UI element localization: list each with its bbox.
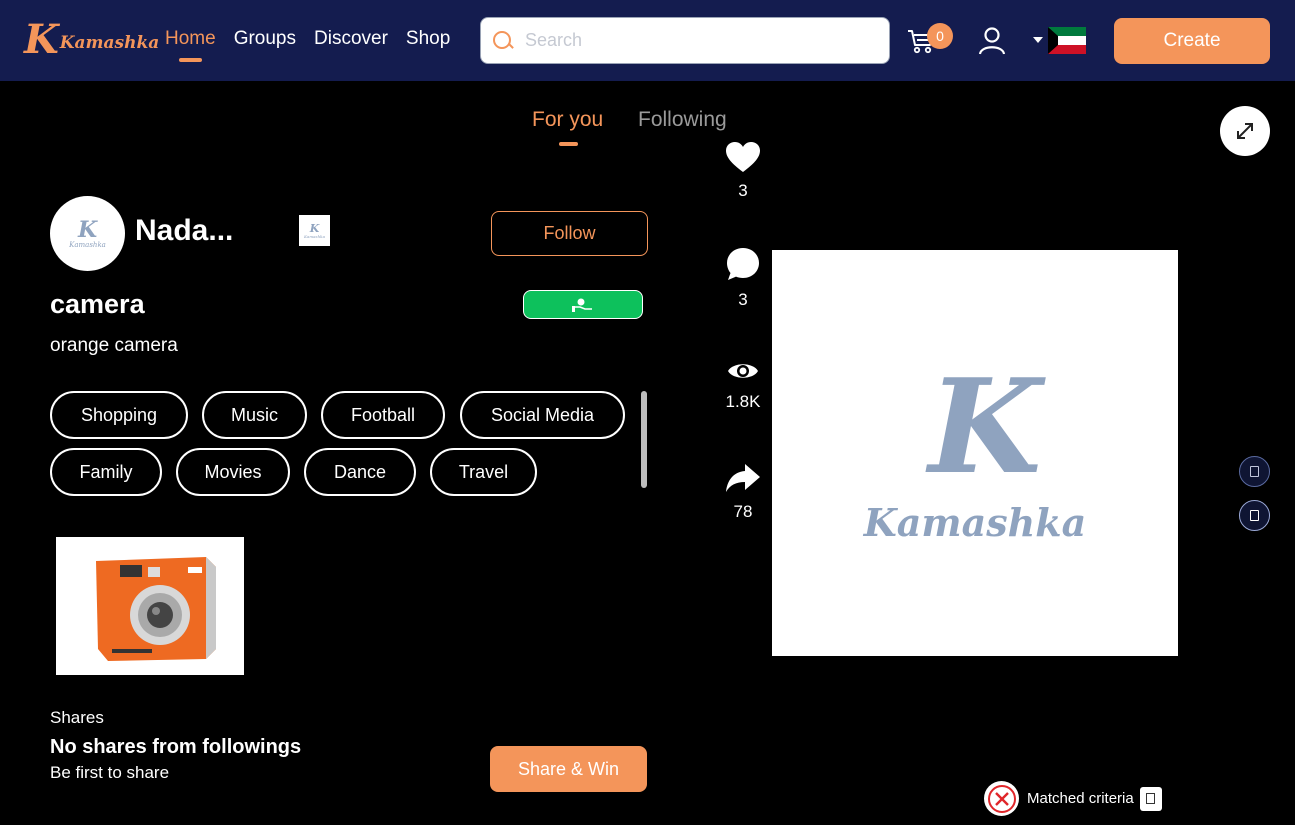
share-and-win-button[interactable]: Share & Win	[490, 746, 647, 792]
nav-discover[interactable]: Discover	[314, 28, 388, 50]
share-action[interactable]: 78	[723, 462, 763, 522]
reward-badge[interactable]	[523, 290, 643, 319]
tag-music[interactable]: Music	[202, 391, 307, 439]
tag-movies[interactable]: Movies	[176, 448, 290, 496]
logo-mark: K	[24, 16, 59, 63]
comment-action[interactable]: 3	[723, 246, 763, 310]
eye-icon	[728, 364, 758, 378]
tab-following[interactable]: Following	[638, 108, 727, 132]
post-description: orange camera	[50, 335, 178, 356]
tag-travel[interactable]: Travel	[430, 448, 537, 496]
media-logo-text: Kamashka	[863, 499, 1087, 545]
money-hand-icon	[572, 298, 592, 312]
views-indicator: 1.8K	[723, 358, 763, 412]
shares-heading: Shares	[50, 708, 104, 727]
nav-home[interactable]: Home	[165, 28, 216, 62]
user-name[interactable]: Nada...	[135, 214, 233, 248]
avatar-logo-text: Kamashka	[69, 240, 106, 249]
matched-criteria-label: Matched criteria	[1027, 790, 1134, 807]
user-avatar[interactable]: K Kamashka	[50, 196, 125, 271]
media-logo-mark: K	[928, 349, 1042, 503]
slide-dot-1[interactable]	[1239, 456, 1270, 487]
search-input[interactable]	[525, 30, 865, 51]
search-icon	[493, 30, 513, 51]
matched-criteria[interactable]: Matched criteria	[984, 781, 1162, 816]
badge-logo-text: Kamashka	[304, 233, 325, 239]
be-first-message: Be first to share	[50, 763, 170, 782]
search-bar[interactable]	[480, 17, 890, 64]
heart-icon	[726, 142, 760, 172]
share-arrow-icon	[726, 464, 760, 492]
tags-scrollbar[interactable]	[641, 391, 647, 488]
tag-social-media[interactable]: Social Media	[460, 391, 625, 439]
matched-criteria-info-icon[interactable]	[1139, 786, 1162, 811]
no-shares-message: No shares from followings	[50, 736, 302, 758]
badge-logo-mark: K	[309, 221, 320, 235]
user-profile-icon[interactable]	[977, 25, 1007, 55]
follow-button[interactable]: Follow	[491, 211, 648, 256]
logo-text: Kamashka	[59, 33, 160, 53]
like-count: 3	[738, 181, 748, 200]
camera-thumbnail[interactable]	[56, 537, 244, 675]
fullscreen-button[interactable]	[1220, 106, 1270, 156]
tab-for-you[interactable]: For you	[532, 108, 603, 132]
info-glyph	[1146, 793, 1156, 804]
post-title: camera	[50, 289, 145, 319]
comment-count: 3	[738, 290, 748, 309]
slide-dot-glyph	[1250, 466, 1259, 477]
tag-dance[interactable]: Dance	[304, 448, 416, 496]
expand-icon	[1237, 123, 1253, 139]
tag-football[interactable]: Football	[321, 391, 445, 439]
slide-dot-2[interactable]	[1239, 500, 1270, 531]
active-tab-indicator	[559, 142, 578, 146]
language-dropdown-caret[interactable]	[1033, 37, 1043, 43]
nav-shop[interactable]: Shop	[406, 28, 450, 50]
tag-family[interactable]: Family	[50, 448, 162, 496]
kamashka-logo[interactable]: K Kamashka	[24, 16, 159, 64]
not-matched-icon	[984, 781, 1019, 816]
cart-count-badge: 0	[927, 23, 953, 49]
like-action[interactable]: 3	[723, 141, 763, 201]
post-media[interactable]: K Kamashka	[772, 250, 1178, 656]
view-count: 1.8K	[725, 392, 761, 411]
comment-bubble-icon	[727, 248, 759, 280]
share-count: 78	[733, 502, 753, 521]
kuwait-flag-icon[interactable]	[1048, 27, 1086, 54]
avatar-logo-mark: K	[77, 216, 98, 243]
create-button[interactable]: Create	[1114, 18, 1270, 64]
slide-dot-glyph	[1250, 510, 1259, 521]
user-badge-icon: K Kamashka	[299, 215, 330, 246]
main-nav: Home Groups Discover Shop	[165, 28, 468, 62]
nav-groups[interactable]: Groups	[234, 28, 296, 50]
tag-shopping[interactable]: Shopping	[50, 391, 188, 439]
top-header: K Kamashka Home Groups Discover Shop 0 C…	[0, 0, 1295, 81]
